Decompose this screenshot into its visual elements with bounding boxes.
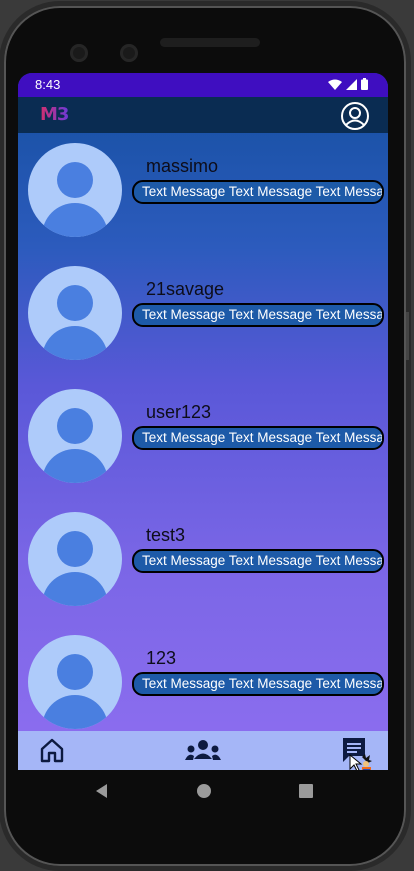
chat-message-preview: Text Message Text Message Text Message [132,180,384,204]
wifi-icon [328,79,342,90]
status-time: 8:43 [35,77,61,92]
front-camera [70,44,88,62]
app-screen: 8:43 M3 massimo Text Message Text Messag… [18,73,388,770]
avatar [28,389,122,483]
system-navigation-bar [18,770,388,814]
account-circle-icon[interactable] [340,101,370,131]
signal-icon [346,78,357,90]
chat-message-preview: Text Message Text Message Text Message [132,426,384,450]
bottom-navigation [18,731,388,770]
chat-username: massimo [146,156,219,176]
avatar [28,635,122,729]
chat-message-preview: Text Message Text Message Text Message [132,672,384,696]
avatar [28,266,122,360]
status-bar: 8:43 [18,73,388,97]
home-icon[interactable] [38,736,66,764]
app-bar: M3 [18,97,388,133]
chat-row[interactable]: user123 Text Message Text Message Text M… [18,379,388,502]
chat-message-preview: Text Message Text Message Text Message [132,549,384,573]
chat-username: 21savage [146,279,225,299]
home-circle-icon[interactable] [196,783,212,799]
battery-icon [361,78,368,90]
app-logo: M3 [40,104,69,125]
chat-username: 123 [146,648,177,668]
chat-row[interactable]: test3 Text Message Text Message Text Mes… [18,502,388,625]
chat-row[interactable]: 123 Text Message Text Message Text Messa… [18,625,388,748]
recent-apps-icon[interactable] [298,783,314,799]
side-button [406,312,409,360]
speaker-grille [160,38,260,47]
chat-list: massimo Text Message Text Message Text M… [18,133,388,748]
avatar [28,512,122,606]
back-icon[interactable] [94,783,110,799]
avatar [28,143,122,237]
status-icons [328,78,368,90]
chat-row[interactable]: massimo Text Message Text Message Text M… [18,133,388,256]
chat-username: user123 [146,402,212,422]
chat-username: test3 [146,525,186,545]
chat-message-preview: Text Message Text Message Text Message [132,303,384,327]
groups-icon[interactable] [183,736,223,764]
cursor-character-icon [349,753,372,770]
chat-row[interactable]: 21savage Text Message Text Message Text … [18,256,388,379]
front-sensor [120,44,138,62]
